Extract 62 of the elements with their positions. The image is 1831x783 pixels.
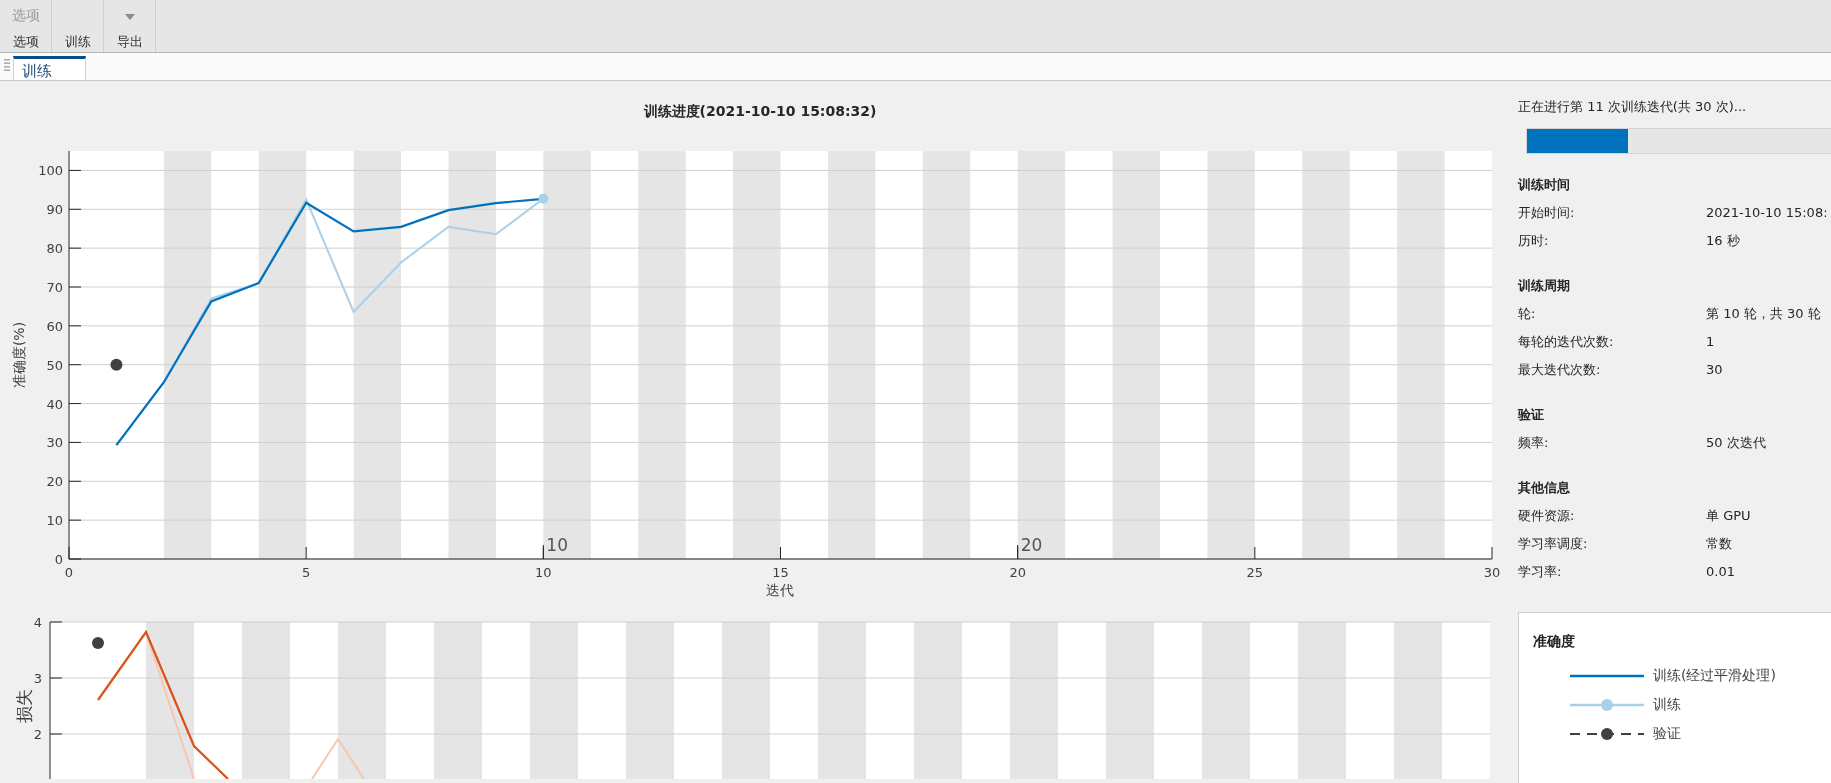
x-axis-label: 迭代 xyxy=(766,582,794,598)
y-tick-label: 2 xyxy=(33,727,42,742)
x-tick-label: 10 xyxy=(535,565,552,580)
section-heading: 训练时间 xyxy=(1518,176,1571,194)
info-value: 50 次迭代 xyxy=(1706,434,1766,452)
x-tick-label: 15 xyxy=(772,565,789,580)
x-tick-label: 5 xyxy=(302,565,311,580)
y-tick-label: 60 xyxy=(46,318,63,334)
epoch-label: 10 xyxy=(546,535,568,555)
info-label: 最大迭代次数: xyxy=(1518,361,1602,379)
y-axis-label: 损失 xyxy=(14,689,34,723)
y-tick-label: 100 xyxy=(38,163,63,179)
section-heading: 训练周期 xyxy=(1518,277,1571,295)
info-label: 硬件资源: xyxy=(1518,507,1576,525)
group-label: 训练 xyxy=(64,34,91,50)
info-label: 学习率调度: xyxy=(1518,535,1589,553)
info-value: 1 xyxy=(1706,333,1715,351)
info-label: 轮: xyxy=(1518,305,1537,323)
info-label: 学习率: xyxy=(1518,563,1563,581)
status-text: 正在进行第 11 次训练迭代(共 30 次)... xyxy=(1518,98,1748,116)
info-value: 16 秒 xyxy=(1706,232,1740,250)
legend-label: 训练 xyxy=(1653,695,1681,714)
y-tick-label: 0 xyxy=(54,552,63,567)
x-tick-label: 0 xyxy=(64,565,74,580)
group-label: 导出 xyxy=(116,34,143,50)
grip-icon xyxy=(4,59,10,71)
y-tick-label: 70 xyxy=(46,280,63,295)
info-value: 单 GPU xyxy=(1706,507,1751,525)
info-value: 30 xyxy=(1706,361,1723,379)
y-tick-label: 3 xyxy=(33,671,42,686)
info-label: 开始时间: xyxy=(1518,204,1576,222)
info-value: 0.01 xyxy=(1706,563,1735,581)
tab[interactable]: 训练 xyxy=(13,56,86,80)
caret-icon[interactable] xyxy=(124,14,135,20)
y-tick-label: 4 xyxy=(33,615,42,630)
epoch-label: 20 xyxy=(1020,535,1043,555)
chart-title: 训练进度(2021-10-10 15:08:32) xyxy=(642,102,878,121)
legend-label: 训练(经过平滑处理) xyxy=(1653,666,1776,685)
data-point xyxy=(92,637,104,649)
x-tick-label: 30 xyxy=(1483,565,1500,580)
info-label: 频率: xyxy=(1518,434,1550,452)
y-axis-label: 准确度(%) xyxy=(11,321,27,389)
info-label: 每轮的迭代次数: xyxy=(1518,333,1615,351)
x-tick-label: 25 xyxy=(1246,565,1264,580)
info-value: 第 10 轮，共 30 轮 xyxy=(1706,305,1821,323)
y-tick-label: 40 xyxy=(46,396,63,412)
section-heading: 其他信息 xyxy=(1518,479,1571,497)
info-value: 常数 xyxy=(1706,535,1732,553)
legend-title: 准确度 xyxy=(1533,633,1576,651)
y-tick-label: 30 xyxy=(46,435,63,451)
y-tick-label: 50 xyxy=(46,357,63,373)
x-tick-label: 20 xyxy=(1009,565,1026,580)
y-tick-label: 90 xyxy=(46,202,63,218)
y-tick-label: 20 xyxy=(46,474,63,490)
group-label: 选项 xyxy=(12,34,39,50)
section-heading: 验证 xyxy=(1518,406,1545,424)
info-label: 历时: xyxy=(1518,232,1550,250)
info-value: 2021-10-10 15:08: xyxy=(1706,204,1828,222)
data-point xyxy=(110,358,123,371)
y-tick-label: 80 xyxy=(46,241,63,257)
legend-label: 验证 xyxy=(1653,724,1681,743)
y-tick-label: 10 xyxy=(46,513,63,529)
